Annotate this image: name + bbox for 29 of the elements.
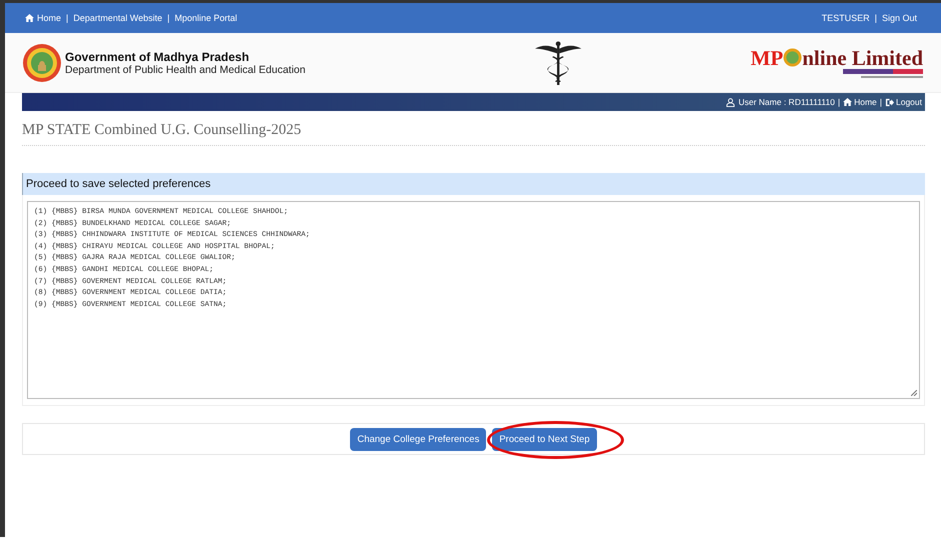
separator: |	[874, 13, 877, 23]
next-step-button[interactable]: Proceed to Next Step	[492, 428, 597, 450]
nav-link[interactable]: Home	[25, 13, 62, 23]
change-preferences-button[interactable]: Change College Preferences	[350, 428, 486, 450]
home-link[interactable]: Home	[843, 97, 877, 107]
emblem-icon	[783, 48, 802, 67]
home-icon	[843, 98, 852, 106]
sign-out-link[interactable]: Sign Out	[882, 13, 917, 23]
username-text: TESTUSER	[822, 13, 870, 23]
page-title: MP STATE Combined U.G. Counselling-2025	[22, 122, 925, 146]
separator: |	[838, 97, 840, 107]
user-icon	[726, 98, 736, 106]
logout-link[interactable]: Logout	[885, 97, 922, 107]
logout-icon	[885, 98, 894, 106]
caduceus-icon	[533, 40, 584, 84]
logo-text: MP	[750, 46, 784, 68]
nav-link[interactable]: Mponline Portal	[174, 13, 238, 23]
separator: |	[880, 97, 882, 107]
separator: |	[167, 13, 170, 23]
resize-handle-icon[interactable]	[911, 390, 917, 396]
emblem-icon	[22, 42, 62, 82]
panel-heading: Proceed to save selected preferences	[22, 173, 925, 195]
home-icon	[25, 14, 34, 22]
separator: |	[66, 13, 68, 23]
user-name-text: User Name : RD11111110	[738, 97, 835, 107]
nav-link[interactable]: Departmental Website	[73, 13, 162, 23]
logo-text: nline Limited	[802, 46, 923, 68]
department-subtitle: Department of Public Health and Medical Education	[65, 64, 306, 76]
department-title: Government of Madhya Pradesh	[65, 50, 250, 64]
